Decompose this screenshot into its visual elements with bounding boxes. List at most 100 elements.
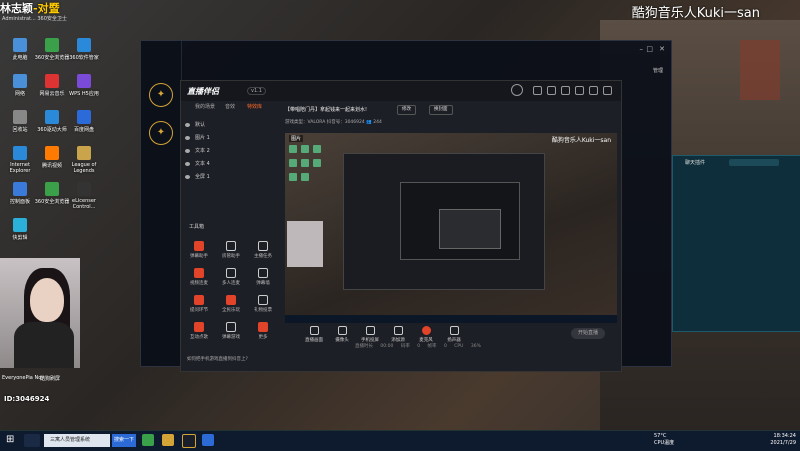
tab-sound[interactable]: 音效 <box>225 103 235 110</box>
chat-search-input[interactable] <box>729 159 779 166</box>
desktop-icon[interactable]: 网络 <box>2 74 38 97</box>
main-window-user-label: 管理 <box>652 68 663 74</box>
desktop-icon[interactable]: 360软件管家 <box>66 38 102 61</box>
room-info-bar: 【带唱陪门丹】拿起钱来一起来划水! 修改 换封面 游戏类型：VALORA 抖音号… <box>285 103 615 131</box>
tool-button[interactable]: 提问环节 <box>185 295 213 313</box>
streamer-name: 酷狗音乐人Kuki一san <box>631 6 760 21</box>
maximize-button[interactable]: □ <box>646 45 653 53</box>
scene-item[interactable]: 文本 2 <box>185 145 277 158</box>
desktop-icon[interactable]: 腾讯视频 <box>34 146 70 169</box>
scene-label: 文本 2 <box>195 148 210 154</box>
menu-icon[interactable] <box>575 86 584 95</box>
desktop-icon-label: 网易云音乐 <box>39 91 65 97</box>
control-button[interactable]: 摄像头 <box>327 326 357 343</box>
minimize-button[interactable]: – <box>640 45 644 53</box>
sidebar-orb-2-icon[interactable]: ✦ <box>149 121 173 145</box>
stream-stats: 直播时长 00:00 码率 0 帧率 0 CPU 36% <box>355 344 481 349</box>
taskbar-app-4-icon[interactable] <box>202 434 214 446</box>
tool-button[interactable]: 弹幕助手 <box>185 241 213 259</box>
tool-button[interactable]: 多人连麦 <box>217 268 245 286</box>
stream-title-suffix: -对暨 <box>33 2 60 15</box>
nested-window-1 <box>343 153 545 290</box>
desktop-icon[interactable]: 此电脑 <box>2 38 38 61</box>
desktop-icon-label: 360驱动大师 <box>37 127 67 133</box>
preview-webcam <box>287 221 323 267</box>
scene-item[interactable]: 全屏 1 <box>185 171 277 184</box>
control-icon <box>393 326 403 335</box>
tool-label: 提问环节 <box>190 308 208 313</box>
control-button[interactable]: 添加源 <box>383 326 413 343</box>
taskbar-app-3-icon[interactable] <box>182 434 196 448</box>
tool-button[interactable]: 房管助手 <box>217 241 245 259</box>
taskbar-search-button[interactable]: 搜索一下 <box>112 434 136 447</box>
tool-button[interactable]: 弹幕游戏 <box>217 322 245 340</box>
app-close-icon[interactable] <box>603 86 612 95</box>
app-minimize-icon[interactable] <box>589 86 598 95</box>
desktop-app-icon <box>13 38 27 52</box>
tool-icon <box>226 322 236 332</box>
taskbar-app-2-icon[interactable] <box>162 434 174 446</box>
preview-desktop-icons <box>287 143 327 185</box>
start-live-button[interactable]: 开始直播 <box>571 328 605 339</box>
desktop-icon-label: eLicenser Control... <box>72 198 96 210</box>
scene-item[interactable]: 图片 1 <box>185 132 277 145</box>
tool-button[interactable]: 全民乐玩 <box>217 295 245 313</box>
desktop-icon[interactable]: eLicenser Control... <box>66 182 102 210</box>
tab-scenes[interactable]: 我的场景 <box>195 103 215 110</box>
help-link[interactable]: 如何把手机游戏直播到抖音上? <box>187 356 248 362</box>
taskbar-app-task[interactable]: 三寓人员管理系统 <box>44 434 110 447</box>
scene-item[interactable]: 默认 <box>185 119 277 132</box>
tool-button[interactable]: 弹幕墙 <box>249 268 277 286</box>
clock[interactable]: 18:34:24 2021/7/29 <box>770 433 796 447</box>
tool-button[interactable]: 视频连麦 <box>185 268 213 286</box>
search-icon[interactable] <box>24 434 40 447</box>
tool-label: 礼物投票 <box>254 308 272 313</box>
desktop-icon[interactable]: 360安全浏览器 <box>34 182 70 205</box>
edit-title-button[interactable]: 修改 <box>397 105 416 115</box>
desktop-icon[interactable]: 百度网盘 <box>66 110 102 133</box>
change-cover-button[interactable]: 换封面 <box>429 105 453 115</box>
tool-button[interactable]: 更多 <box>249 322 277 340</box>
control-button[interactable]: 扬声器 <box>439 326 469 343</box>
control-button[interactable]: 手机投屏 <box>355 326 385 343</box>
tab-effects[interactable]: 特效库 <box>247 103 262 110</box>
eye-icon[interactable] <box>185 162 190 166</box>
close-button[interactable]: ✕ <box>659 45 665 53</box>
tool-label: 更多 <box>258 335 268 340</box>
desktop-icon[interactable]: 回收站 <box>2 110 38 133</box>
toolbox-label: 工具箱 <box>189 224 205 230</box>
desktop-app-icon <box>13 182 27 196</box>
settings-icon[interactable] <box>547 86 556 95</box>
gift-icon[interactable] <box>561 86 570 95</box>
desktop-icon[interactable]: League of Legends <box>66 146 102 174</box>
desktop-icon[interactable]: 网易云音乐 <box>34 74 70 97</box>
start-menu-icon[interactable]: ⊞ <box>6 434 18 446</box>
stream-preview[interactable]: 图片 酷狗音乐人Kuki一san <box>285 133 617 323</box>
nested-window-2 <box>400 182 520 260</box>
desktop-icon[interactable]: 360驱动大师 <box>34 110 70 133</box>
tool-label: 多人连麦 <box>222 281 240 286</box>
desktop-icon[interactable]: 快剪辑 <box>2 218 38 241</box>
eye-icon[interactable] <box>185 136 190 140</box>
message-icon[interactable] <box>533 86 542 95</box>
sidebar-orb-1-icon[interactable]: ✦ <box>149 83 173 107</box>
tool-button[interactable]: 礼物投票 <box>249 295 277 313</box>
tool-button[interactable]: 主播任务 <box>249 241 277 259</box>
tool-button[interactable]: 互动点歌 <box>185 322 213 340</box>
scene-item[interactable]: 文本 4 <box>185 158 277 171</box>
tool-icon <box>258 268 268 278</box>
desktop-app-icon <box>13 74 27 88</box>
desktop-icon[interactable]: 360安全浏览器 <box>34 38 70 61</box>
taskbar-app-1-icon[interactable] <box>142 434 154 446</box>
desktop-icon-label: WPS H5应用 <box>69 91 99 97</box>
desktop-icon[interactable]: Internet Explorer <box>2 146 38 174</box>
cpu-temp-value: 57°C <box>654 433 667 439</box>
control-button[interactable]: 麦克风 <box>411 326 441 343</box>
eye-icon[interactable] <box>185 175 190 179</box>
eye-icon[interactable] <box>185 123 190 127</box>
desktop-icon[interactable]: 控制面板 <box>2 182 38 205</box>
control-button[interactable]: 直播画面 <box>299 326 329 343</box>
avatar-icon[interactable] <box>511 84 523 96</box>
eye-icon[interactable] <box>185 149 190 153</box>
desktop-icon[interactable]: WPS H5应用 <box>66 74 102 97</box>
